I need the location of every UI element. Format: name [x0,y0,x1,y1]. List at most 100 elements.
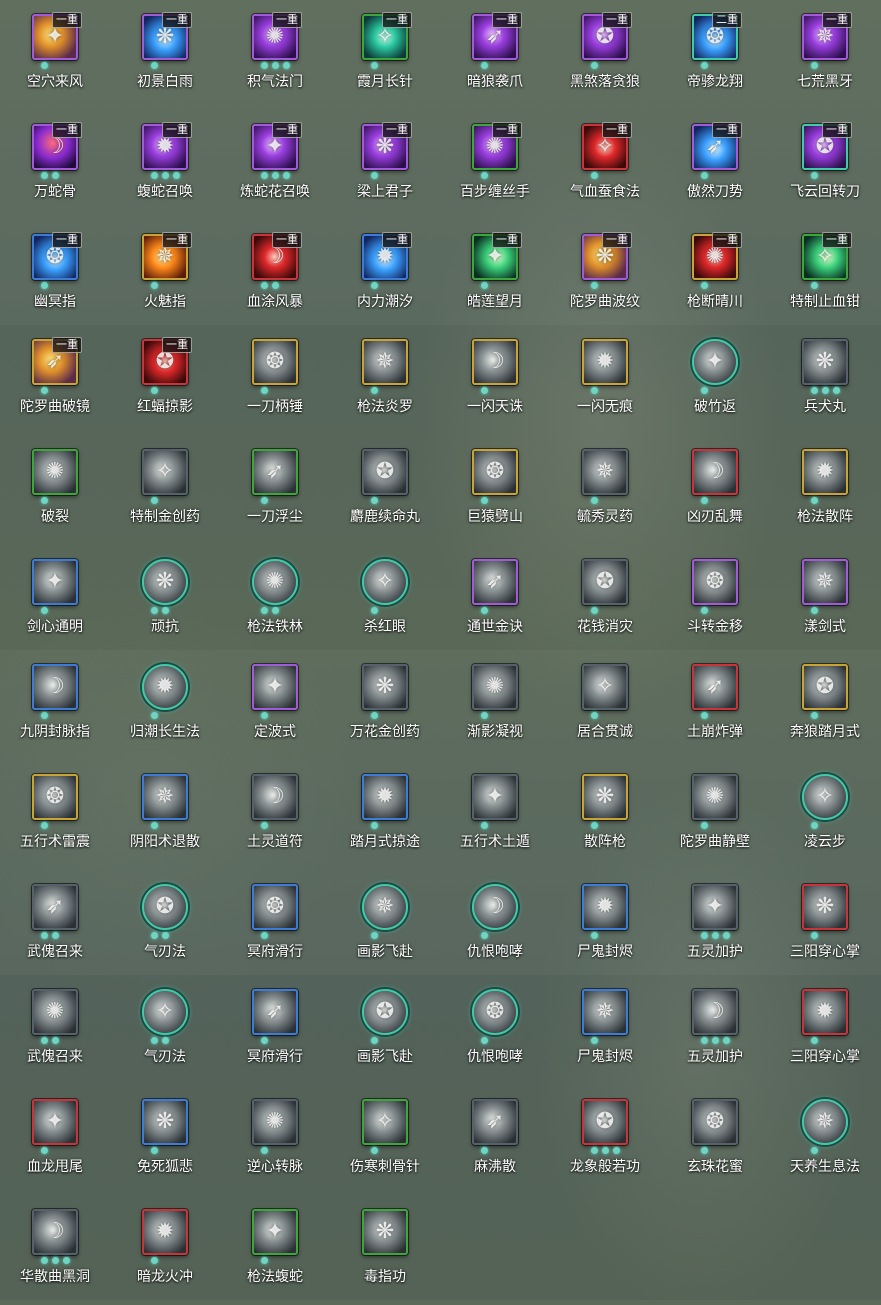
bamboo-icon[interactable]: ✦ [692,339,738,385]
moon-step-icon[interactable]: ✹ [362,774,408,820]
palm-icon[interactable]: ✹ [802,989,848,1035]
hammer-icon[interactable]: ❂ [252,339,298,385]
skill-slot[interactable]: ✦ 五灵加护 [660,870,770,980]
skill-slot[interactable]: ✪ 麝鹿续命丸 [330,435,440,545]
elephant-icon[interactable]: ✪ [582,1099,628,1145]
poison-finger-icon[interactable]: ❋ [362,1209,408,1255]
skill-slot[interactable]: ✵ 尸鬼封烬 [550,975,660,1085]
cloud-step-icon[interactable]: ✧ [802,774,848,820]
thunder-icon[interactable]: ❂ [32,774,78,820]
pill-icon[interactable]: ❋ [802,339,848,385]
skill-slot[interactable]: ☽ 华散曲黑洞 [0,1195,110,1305]
resist-icon[interactable]: ❋ [142,559,188,605]
ghost-seal-icon[interactable]: ✹ [582,884,628,930]
skill-slot[interactable]: ✹ 归潮长生法 [110,650,220,760]
skill-slot[interactable]: ✺ 枪法铁林 [220,545,330,655]
skill-slot[interactable]: ✵ 画影飞赴 [330,870,440,980]
five-spirits-icon[interactable]: ☽ [692,989,738,1035]
shadow-dash-icon[interactable]: ✵ [362,884,408,930]
flash-strike-icon[interactable]: ☽ [472,339,518,385]
skill-slot[interactable]: ✪ 气刃法 [110,870,220,980]
skill-slot[interactable]: ➶ 武傀召来 [0,870,110,980]
skill-slot[interactable]: ✵ 一重 七荒黑牙 [770,0,880,110]
skill-slot[interactable]: ➶ 一刀浮尘 [220,435,330,545]
skill-slot[interactable]: ✹ 暗龙火冲 [110,1195,220,1305]
black-hole-icon[interactable]: ☽ [32,1209,78,1255]
spear-scatter-icon[interactable]: ✹ [802,449,848,495]
skill-slot[interactable]: ✪ 花钱消灾 [550,545,660,655]
flower-medicine-icon[interactable]: ❋ [362,664,408,710]
ghost-seal-icon[interactable]: ✵ [582,989,628,1035]
swap-icon[interactable]: ❂ [692,559,738,605]
skill-slot[interactable]: ❂ 仇恨咆哮 [440,975,550,1085]
meridian-icon[interactable]: ✺ [252,1099,298,1145]
skill-slot[interactable]: ✧ 一重 特制止血钳 [770,220,880,330]
powder-icon[interactable]: ➶ [472,1099,518,1145]
skill-slot[interactable]: ❋ 万花金创药 [330,650,440,760]
skill-slot[interactable]: ✹ 踏月式掠途 [330,760,440,870]
skill-slot[interactable]: ✧ 特制金创药 [110,435,220,545]
skill-slot[interactable]: ✧ 杀红眼 [330,545,440,655]
skill-slot[interactable]: ❂ 一刀柄锤 [220,325,330,435]
skill-slot[interactable]: ✵ 毓秀灵药 [550,435,660,545]
dice-icon[interactable]: ➶ [472,559,518,605]
skill-slot[interactable]: ❂ 斗转金移 [660,545,770,655]
skill-slot[interactable]: ❂ 五行术雷震 [0,760,110,870]
skill-slot[interactable]: ☽ 凶刃乱舞 [660,435,770,545]
air-blade-icon[interactable]: ✧ [142,989,188,1035]
blades-icon[interactable]: ☽ [692,449,738,495]
skill-slot[interactable]: ❂ 二重 帝骖龙翔 [660,0,770,110]
talisman-icon[interactable]: ☽ [252,774,298,820]
skill-slot[interactable]: ✺ 一重 积气法门 [220,0,330,110]
skill-slot[interactable]: ❂ 冥府滑行 [220,870,330,980]
skill-slot[interactable]: ✦ 剑心通明 [0,545,110,655]
iron-forest-icon[interactable]: ✺ [252,559,298,605]
underworld-slide-icon[interactable]: ➶ [252,989,298,1035]
skill-slot[interactable]: ❋ 一重 陀罗曲波纹 [550,220,660,330]
skill-slot[interactable]: ❂ 巨猿劈山 [440,435,550,545]
slash-icon[interactable]: ✹ [582,339,628,385]
skill-slot[interactable]: ☽ 五灵加护 [660,975,770,1085]
skill-slot[interactable]: ✧ 一重 霞月长针 [330,0,440,110]
skill-slot[interactable]: ➶ 土崩炸弹 [660,650,770,760]
skill-slot[interactable]: ➶ 一重 暗狼袭爪 [440,0,550,110]
dark-dragon-icon[interactable]: ✹ [142,1209,188,1255]
skill-slot[interactable]: ❋ 毒指功 [330,1195,440,1305]
gourd-icon[interactable]: ✵ [582,449,628,495]
skill-slot[interactable]: ✺ 渐影凝视 [440,650,550,760]
skill-slot[interactable]: ✪ 奔狼踏月式 [770,650,880,760]
skill-slot[interactable]: ➶ 麻沸散 [440,1085,550,1195]
skill-slot[interactable]: ✺ 武傀召来 [0,975,110,1085]
skill-slot[interactable]: ❂ 一重 幽冥指 [0,220,110,330]
spear-flame-icon[interactable]: ✵ [362,339,408,385]
skill-slot[interactable]: ✺ 逆心转脉 [220,1085,330,1195]
skill-slot[interactable]: ✺ 一重 枪断晴川 [660,220,770,330]
skill-slot[interactable]: ✧ 居合贯诚 [550,650,660,760]
gaze-icon[interactable]: ✺ [472,664,518,710]
iai-icon[interactable]: ✧ [582,664,628,710]
puppet-icon[interactable]: ➶ [32,884,78,930]
skill-slot[interactable]: ❋ 三阳穿心掌 [770,870,880,980]
skill-slot[interactable]: ✵ 阴阳术退散 [110,760,220,870]
deer-pill-icon[interactable]: ✪ [362,449,408,495]
skill-slot[interactable]: ❂ 玄珠花蜜 [660,1085,770,1195]
skill-slot[interactable]: ✦ 一重 皓莲望月 [440,220,550,330]
air-blade-icon[interactable]: ✪ [142,884,188,930]
skill-slot[interactable]: ☽ 一重 万蛇骨 [0,110,110,220]
skill-slot[interactable]: ✵ 枪法炎罗 [330,325,440,435]
skill-slot[interactable]: ✹ 枪法散阵 [770,435,880,545]
skill-slot[interactable]: ✪ 龙象般若功 [550,1085,660,1195]
longevity-icon[interactable]: ✹ [142,664,188,710]
skill-slot[interactable]: ➶ 冥府滑行 [220,975,330,1085]
earth-escape-icon[interactable]: ✦ [472,774,518,820]
roar-icon[interactable]: ☽ [472,884,518,930]
skill-slot[interactable]: ✦ 枪法蝮蛇 [220,1195,330,1305]
crack-icon[interactable]: ✺ [32,449,78,495]
skill-slot[interactable]: ❋ 散阵枪 [550,760,660,870]
skill-slot[interactable]: ☽ 仇恨咆哮 [440,870,550,980]
skill-slot[interactable]: ✦ 血龙甩尾 [0,1085,110,1195]
skill-slot[interactable]: ✦ 五行术土遁 [440,760,550,870]
skill-slot[interactable]: ❋ 一重 初景白雨 [110,0,220,110]
shadow-dash-icon[interactable]: ✪ [362,989,408,1035]
yinyang-icon[interactable]: ✵ [142,774,188,820]
